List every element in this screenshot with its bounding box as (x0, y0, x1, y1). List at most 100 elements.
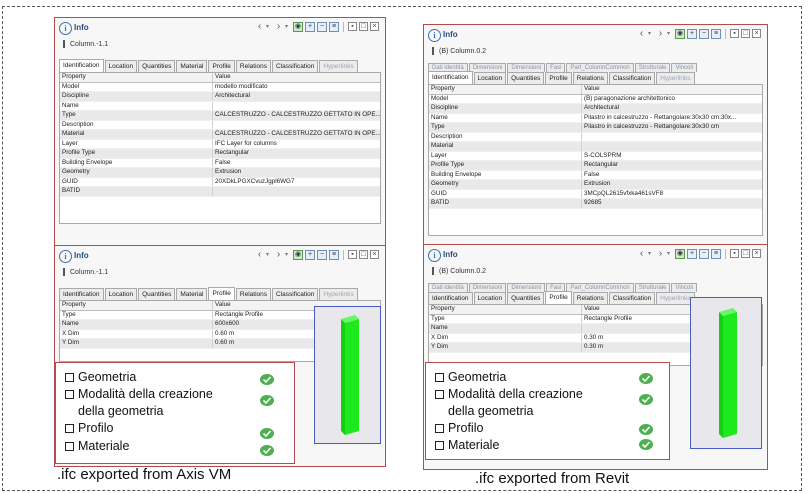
window-icon[interactable]: □ (359, 250, 368, 259)
close-icon[interactable]: × (752, 249, 761, 258)
forward-arrow-icon[interactable]: › (656, 28, 665, 39)
tab-profile[interactable]: Profile (208, 287, 235, 300)
tab-quantities[interactable]: Quantities (507, 292, 545, 304)
table-row[interactable]: Profile Type Rectangular (60, 149, 380, 159)
tab-classification[interactable]: Classification (608, 72, 656, 84)
tab-quantities[interactable]: Quantities (507, 72, 545, 84)
table-row[interactable]: Type Pilastro in calcestruzzo - Rettangol… (429, 123, 762, 133)
chevron-down-icon[interactable]: ▾ (667, 30, 673, 37)
view-icon[interactable]: ◉ (675, 248, 685, 259)
tab-dimensioni[interactable]: Dimensioni (468, 63, 507, 72)
chevron-down-icon[interactable]: ▾ (648, 250, 654, 257)
tab-classification[interactable]: Classification (272, 288, 319, 300)
list-icon[interactable]: ≡ (711, 28, 721, 39)
chevron-down-icon[interactable]: ▾ (266, 23, 272, 30)
tab-identification[interactable]: Identification (428, 71, 473, 84)
list-icon[interactable]: ≡ (329, 21, 339, 32)
back-arrow-icon[interactable]: ‹ (255, 21, 264, 32)
table-row[interactable]: Geometry Extrusion (429, 180, 762, 190)
chevron-down-icon[interactable]: ▾ (667, 250, 673, 257)
tab-location[interactable]: Location (104, 60, 138, 72)
expand-icon[interactable]: + (305, 249, 315, 260)
table-row[interactable]: Geometry Extrusion (60, 168, 380, 178)
chevron-down-icon[interactable]: ▾ (285, 251, 291, 258)
column-header[interactable]: Property (60, 301, 213, 310)
tab-profile[interactable]: Profile (545, 291, 572, 304)
window-icon[interactable]: □ (741, 29, 750, 38)
tab-location[interactable]: Location (473, 292, 507, 304)
tab-strutturale[interactable]: Strutturale (634, 283, 671, 292)
collapse-icon[interactable]: − (699, 28, 709, 39)
close-icon[interactable]: × (752, 29, 761, 38)
tab-vincoli[interactable]: Vincoli (671, 63, 698, 72)
table-row[interactable]: Material CALCESTRUZZO - CALCESTRUZZO GETT… (60, 130, 380, 140)
collapse-icon[interactable]: − (699, 248, 709, 259)
tab-dati-identit-[interactable]: Dati identità (428, 283, 468, 292)
tab-hyperlinks[interactable]: Hyperlinks (319, 60, 358, 72)
table-row[interactable]: Material (429, 142, 762, 152)
window-icon[interactable]: □ (741, 249, 750, 258)
table-row[interactable]: Building Envelope False (60, 158, 380, 168)
table-row[interactable]: Layer S-COLSPRM (429, 151, 762, 161)
tab-location[interactable]: Location (473, 72, 507, 84)
column-header[interactable]: Property (60, 73, 213, 82)
restore-icon[interactable]: ▪ (348, 250, 357, 259)
tab-dimensioni[interactable]: Dimensioni (507, 63, 546, 72)
list-icon[interactable]: ≡ (329, 249, 339, 260)
table-row[interactable]: Description (429, 132, 762, 142)
expand-icon[interactable]: + (687, 248, 697, 259)
tab-identification[interactable]: Identification (428, 292, 473, 304)
table-row[interactable]: Type CALCESTRUZZO - CALCESTRUZZO GETTATO … (60, 111, 380, 121)
tab-relations[interactable]: Relations (572, 72, 608, 84)
expand-icon[interactable]: + (305, 21, 315, 32)
collapse-icon[interactable]: − (317, 21, 327, 32)
tab-classification[interactable]: Classification (272, 60, 319, 72)
restore-icon[interactable]: ▪ (730, 29, 739, 38)
chevron-down-icon[interactable]: ▾ (285, 23, 291, 30)
tab-profile[interactable]: Profile (545, 72, 572, 84)
table-row[interactable]: Name (60, 101, 380, 111)
tab-hyperlinks[interactable]: Hyperlinks (319, 288, 358, 300)
column-header[interactable]: Property (429, 305, 582, 314)
restore-icon[interactable]: ▪ (730, 249, 739, 258)
view-icon[interactable]: ◉ (675, 28, 685, 39)
column-header[interactable]: Value (582, 85, 762, 94)
tab-relations[interactable]: Relations (572, 292, 608, 304)
back-arrow-icon[interactable]: ‹ (255, 249, 264, 260)
window-icon[interactable]: □ (359, 22, 368, 31)
table-row[interactable]: Model (B) paragonazione architettonico (429, 94, 762, 104)
tab-identification[interactable]: Identification (59, 59, 104, 72)
table-row[interactable]: GUID 3MCpQL2615vfxka461sVF8 (429, 189, 762, 199)
collapse-icon[interactable]: − (317, 249, 327, 260)
column-header[interactable]: Property (429, 85, 582, 94)
view-icon[interactable]: ◉ (293, 249, 303, 260)
tab-relations[interactable]: Relations (235, 288, 272, 300)
forward-arrow-icon[interactable]: › (274, 21, 283, 32)
back-arrow-icon[interactable]: ‹ (637, 28, 646, 39)
table-row[interactable]: Description (60, 120, 380, 130)
tab-strutturale[interactable]: Strutturale (634, 63, 671, 72)
tab-classification[interactable]: Classification (608, 292, 656, 304)
view-icon[interactable]: ◉ (293, 21, 303, 32)
table-row[interactable]: Model modello modificato (60, 82, 380, 92)
list-icon[interactable]: ≡ (711, 248, 721, 259)
close-icon[interactable]: × (370, 250, 379, 259)
table-row[interactable]: BATID 92685 (429, 199, 762, 209)
tab-hyperlinks[interactable]: Hyperlinks (656, 72, 695, 84)
tab-part-columncommon[interactable]: Part_ColumnCommon (566, 63, 634, 72)
back-arrow-icon[interactable]: ‹ (637, 248, 646, 259)
tab-relations[interactable]: Relations (235, 60, 272, 72)
expand-icon[interactable]: + (687, 28, 697, 39)
tab-dimensioni[interactable]: Dimensioni (468, 283, 507, 292)
restore-icon[interactable]: ▪ (348, 22, 357, 31)
tab-material[interactable]: Material (176, 60, 208, 72)
table-row[interactable]: Layer IFC Layer for columns (60, 139, 380, 149)
forward-arrow-icon[interactable]: › (274, 249, 283, 260)
close-icon[interactable]: × (370, 22, 379, 31)
tab-profile[interactable]: Profile (208, 60, 235, 72)
tab-location[interactable]: Location (104, 288, 138, 300)
table-row[interactable]: Name Pilastro in calcestruzzo - Rettangol… (429, 113, 762, 123)
table-row[interactable]: Discipline Architectural (429, 104, 762, 114)
table-row[interactable]: Profile Type Rectangular (429, 161, 762, 171)
tab-hyperlinks[interactable]: Hyperlinks (656, 292, 695, 304)
